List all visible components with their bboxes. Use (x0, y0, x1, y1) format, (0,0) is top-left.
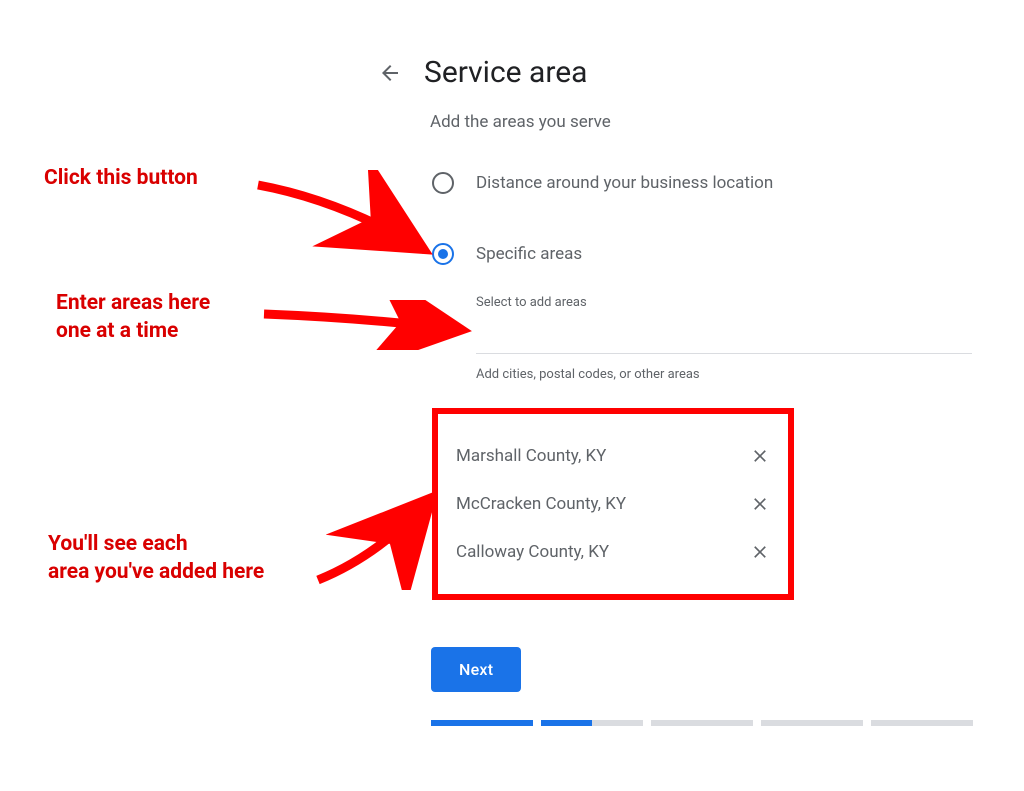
progress-seg (541, 720, 643, 726)
radio-label-distance: Distance around your business location (476, 173, 773, 193)
added-area-name: McCracken County, KY (456, 494, 626, 514)
added-area-item: McCracken County, KY (452, 480, 774, 528)
added-area-name: Calloway County, KY (456, 542, 609, 562)
radio-icon (432, 172, 454, 194)
annotation-click-button: Click this button (44, 164, 198, 192)
page-subtitle: Add the areas you serve (430, 112, 611, 132)
added-area-name: Marshall County, KY (456, 446, 606, 466)
progress-seg (871, 720, 973, 726)
add-area-input[interactable] (476, 312, 972, 354)
page-header: Service area (378, 55, 587, 90)
annotation-arrow-icon (250, 170, 450, 270)
progress-seg (761, 720, 863, 726)
added-area-item: Marshall County, KY (452, 432, 774, 480)
added-area-item: Calloway County, KY (452, 528, 774, 576)
radio-icon-selected (432, 243, 454, 265)
added-areas-panel: Marshall County, KY McCracken County, KY… (432, 408, 794, 600)
progress-bar (431, 720, 973, 726)
input-helper-text: Add cities, postal codes, or other areas (476, 367, 700, 382)
progress-seg (651, 720, 753, 726)
page-title: Service area (424, 55, 587, 90)
annotation-arrow-icon (310, 485, 450, 590)
remove-area-icon[interactable] (750, 446, 770, 466)
input-floating-label: Select to add areas (476, 295, 587, 310)
remove-area-icon[interactable] (750, 494, 770, 514)
back-arrow-icon[interactable] (378, 61, 402, 85)
radio-option-distance[interactable]: Distance around your business location (432, 172, 773, 194)
annotation-see-added: You'll see each area you've added here (48, 530, 264, 587)
annotation-arrow-icon (258, 300, 478, 350)
annotation-enter-areas: Enter areas here one at a time (56, 289, 210, 346)
radio-option-specific[interactable]: Specific areas (432, 243, 582, 265)
next-button[interactable]: Next (431, 647, 521, 692)
remove-area-icon[interactable] (750, 542, 770, 562)
radio-label-specific: Specific areas (476, 244, 582, 264)
radio-dot-icon (438, 249, 448, 259)
progress-seg (431, 720, 533, 726)
